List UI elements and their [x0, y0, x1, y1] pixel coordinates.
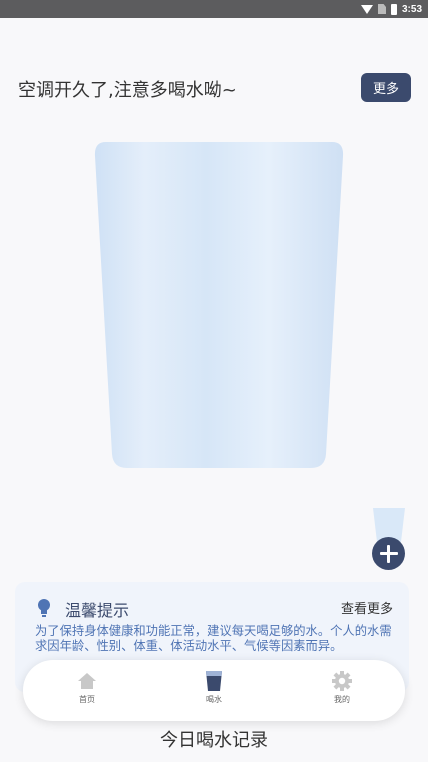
lightbulb-icon [38, 599, 50, 617]
tip-body: 为了保持身体健康和功能正常，建议每天喝足够的水。个人的水需求因年龄、性别、体重、… [35, 624, 392, 653]
status-bar: 3:53 [0, 0, 428, 18]
glass-body [94, 142, 344, 468]
water-glass[interactable] [94, 142, 344, 472]
tip-title: 温馨提示 [65, 601, 130, 620]
status-icons: 3:53 [360, 2, 422, 16]
no-sim-icon [377, 4, 386, 14]
nav-label-mine: 我的 [334, 695, 350, 704]
nav-label-drink: 喝水 [206, 695, 222, 704]
nav-item-drink[interactable]: 喝水 [184, 670, 244, 705]
records-title: 今日喝水记录 [160, 730, 268, 751]
gear-icon [331, 670, 353, 692]
status-time: 3:53 [401, 3, 422, 15]
home-icon [76, 670, 98, 692]
battery-icon [390, 3, 397, 15]
more-button[interactable]: 更多 [361, 73, 411, 102]
nav-item-home[interactable]: 首页 [57, 670, 117, 705]
add-water-button[interactable] [372, 537, 405, 570]
nav-label-home: 首页 [79, 695, 95, 704]
water-cup-icon [203, 670, 225, 692]
nav-item-mine[interactable]: 我的 [312, 670, 372, 705]
view-more-link[interactable]: 查看更多 [341, 598, 393, 617]
header-tip-text: 空调开久了,注意多喝水呦~ [18, 80, 237, 101]
bottom-nav: 首页 喝水 我的 [23, 660, 405, 721]
wifi-icon [360, 4, 373, 14]
